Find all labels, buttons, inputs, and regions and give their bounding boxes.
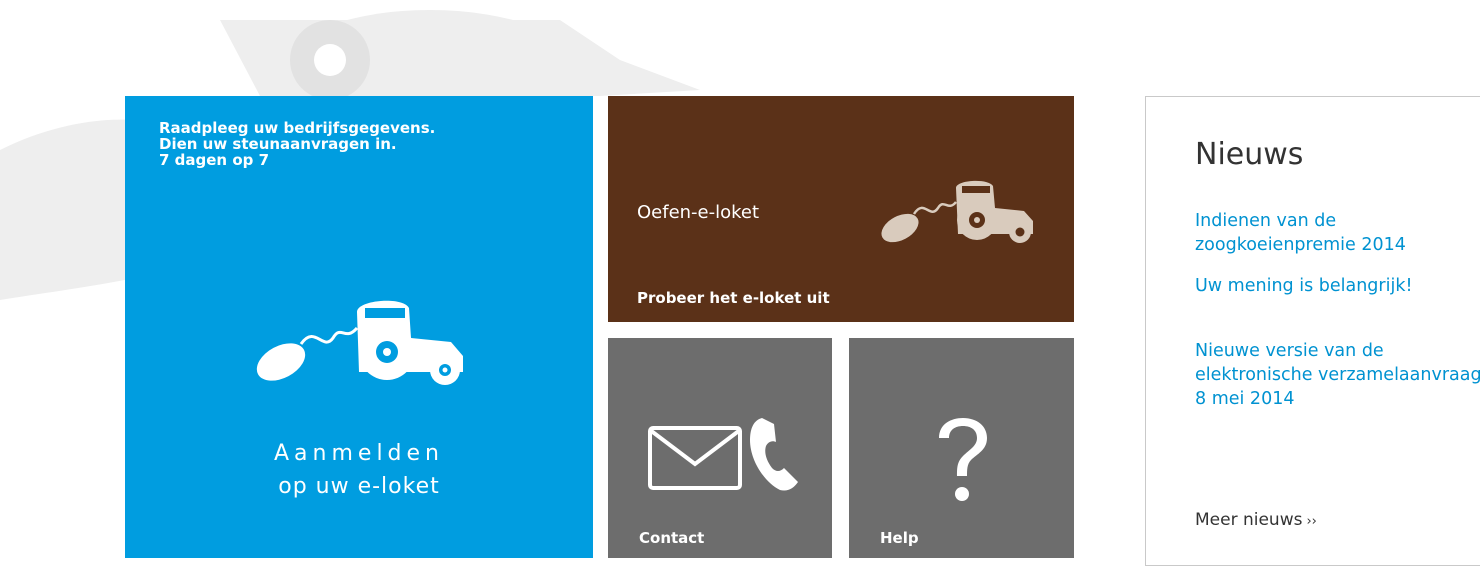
contact-tile[interactable]: Contact <box>608 338 832 558</box>
help-label: Help <box>880 529 919 547</box>
help-tile[interactable]: Help <box>849 338 1074 558</box>
question-mark-icon <box>939 418 987 501</box>
more-news-label: Meer nieuws <box>1195 510 1303 530</box>
news-item-line: Indienen van de <box>1195 211 1337 231</box>
intro-line: 7 dagen op 7 <box>159 151 270 169</box>
news-panel: Nieuws Indienen van de zoogkoeienpremie … <box>1145 96 1480 566</box>
news-item-link[interactable]: Uw mening is belangrijk! <box>1195 274 1413 298</box>
news-item-line: Uw mening is belangrijk! <box>1195 276 1413 296</box>
phone-icon <box>750 418 798 491</box>
news-title: Nieuws <box>1195 137 1304 172</box>
login-sublabel: op uw e-loket <box>278 474 440 499</box>
contact-label: Contact <box>639 529 705 547</box>
practice-subtitle: Probeer het e-loket uit <box>637 289 830 307</box>
news-item-link[interactable]: Nieuwe versie van de elektronische verza… <box>1195 339 1480 411</box>
mouse-tractor-icon <box>881 180 1033 243</box>
chevron-right-icon: ›› <box>1306 514 1317 529</box>
envelope-icon <box>648 426 742 490</box>
login-label: Aanmelden <box>274 441 444 466</box>
news-item-line: 8 mei 2014 <box>1195 389 1295 409</box>
news-item-line: zoogkoeienpremie 2014 <box>1195 235 1406 255</box>
news-item-line: Nieuwe versie van de <box>1195 341 1384 361</box>
login-intro: Raadpleeg uw bedrijfsgegevens. Dien uw s… <box>159 120 435 168</box>
practice-tile[interactable]: Oefen-e-loket Probeer het e-loket uit <box>608 96 1074 322</box>
news-item-link[interactable]: Indienen van de zoogkoeienpremie 2014 <box>1195 209 1406 257</box>
login-tile[interactable]: Raadpleeg uw bedrijfsgegevens. Dien uw s… <box>125 96 593 558</box>
intro-line: Raadpleeg uw bedrijfsgegevens. <box>159 119 436 137</box>
envelope-phone-icon <box>648 418 798 491</box>
news-item-line: elektronische verzamelaanvraag <box>1195 365 1480 385</box>
practice-title: Oefen-e-loket <box>637 202 760 223</box>
mouse-tractor-icon <box>256 300 463 385</box>
more-news-link[interactable]: Meer nieuws ›› <box>1195 510 1317 530</box>
intro-line: Dien uw steunaanvragen in. <box>159 135 397 153</box>
